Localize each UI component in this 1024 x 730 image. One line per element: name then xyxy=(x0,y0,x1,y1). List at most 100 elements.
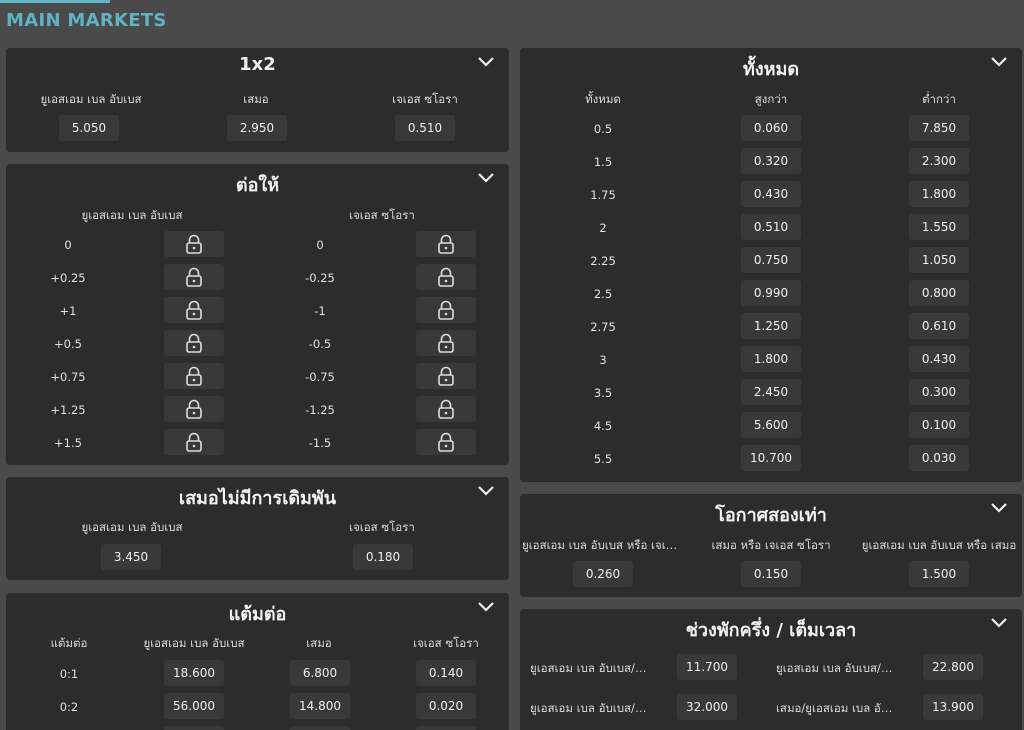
handicap-line: -0.75 xyxy=(305,370,335,384)
chevron-down-icon[interactable] xyxy=(990,617,1008,631)
lock-icon xyxy=(416,429,476,455)
lock-icon xyxy=(416,330,476,356)
outcome-label: ยูเอสเอม เบล อับเบส หรือ เสมอ xyxy=(861,538,1017,552)
handicap-line: +1 xyxy=(59,304,77,318)
odds-button[interactable]: 14.800 xyxy=(290,693,350,719)
over-odds-button[interactable]: 10.700 xyxy=(741,445,801,471)
over-odds-button[interactable]: 5.600 xyxy=(741,412,801,438)
outcome-label: ยูเอสเอม เบล อับเบส หรือ เจเอส ซโอรา xyxy=(522,538,684,552)
total-line: 5.5 xyxy=(593,452,613,466)
odds-button[interactable]: 32.000 xyxy=(677,694,737,720)
over-odds-button[interactable]: 0.750 xyxy=(741,247,801,273)
odds-button-partial[interactable] xyxy=(164,726,224,730)
chevron-down-icon[interactable] xyxy=(477,601,495,615)
handicap-line: +1.25 xyxy=(50,403,86,417)
total-line: 2.5 xyxy=(593,287,613,301)
odds-button[interactable]: 56.000 xyxy=(164,693,224,719)
market-title: โอกาศสองเท่า xyxy=(715,505,827,526)
odds-button[interactable]: 22.800 xyxy=(923,654,983,680)
away-label: เจเอส ซโอรา xyxy=(349,208,415,222)
odds-button[interactable]: 0.150 xyxy=(741,561,801,587)
market-title: เสมอไม่มีการเดิมพัน xyxy=(178,488,337,509)
market-title: 1x2 xyxy=(239,54,276,75)
handicap-line: -0.25 xyxy=(305,271,335,285)
total-line: 2 xyxy=(599,221,607,235)
odds-button-partial[interactable] xyxy=(416,726,476,730)
page-title: MAIN MARKETS xyxy=(6,10,167,31)
odds-button[interactable]: 0.510 xyxy=(395,115,455,141)
market-title: ต่อให้ xyxy=(235,175,280,196)
outcome-label: เจเอส ซโอรา xyxy=(392,92,458,106)
odds-button[interactable]: 1.500 xyxy=(909,561,969,587)
total-line: 1.75 xyxy=(590,188,616,202)
odds-button[interactable]: 5.050 xyxy=(59,115,119,141)
market-halftime-fulltime: ช่วงพักครึ่ง / เต็มเวลา ยูเอสเอม เบล อับ… xyxy=(520,609,1022,730)
market-totals: ทั้งหมด ทั้งหมด สูงกว่า ต่ำกว่า 0.5 0.06… xyxy=(520,48,1022,482)
under-odds-button[interactable]: 0.100 xyxy=(909,412,969,438)
under-odds-button[interactable]: 1.550 xyxy=(909,214,969,240)
score-label: 0:1 xyxy=(59,667,79,681)
over-odds-button[interactable]: 0.430 xyxy=(741,181,801,207)
odds-button[interactable]: 0.260 xyxy=(573,561,633,587)
handicap-line: +1.5 xyxy=(54,436,82,450)
lock-icon xyxy=(416,396,476,422)
odds-button[interactable]: 2.950 xyxy=(227,115,287,141)
outcome-label: เสมอ/ยูเอสเอม เบล อับเบส xyxy=(776,701,896,715)
odds-button[interactable]: 0.020 xyxy=(416,693,476,719)
lock-icon xyxy=(164,297,224,323)
market-handicap: ต่อให้ ยูเอสเอม เบล อับเบส เจเอส ซโอรา 0… xyxy=(6,164,509,465)
chevron-down-icon[interactable] xyxy=(477,172,495,186)
chevron-down-icon[interactable] xyxy=(990,502,1008,516)
outcome-label: เสมอ xyxy=(243,92,269,106)
lock-icon xyxy=(416,363,476,389)
under-odds-button[interactable]: 0.300 xyxy=(909,379,969,405)
over-odds-button[interactable]: 0.060 xyxy=(741,115,801,141)
lock-icon xyxy=(416,231,476,257)
under-odds-button[interactable]: 0.030 xyxy=(909,445,969,471)
chevron-down-icon[interactable] xyxy=(477,56,495,70)
odds-button[interactable]: 11.700 xyxy=(677,654,737,680)
under-odds-button[interactable]: 0.800 xyxy=(909,280,969,306)
outcome-label: ยูเอสเอม เบล อับเบส/เจเอส ซโอรา xyxy=(530,701,650,715)
lock-icon xyxy=(164,396,224,422)
market-title: ช่วงพักครึ่ง / เต็มเวลา xyxy=(685,620,857,641)
odds-button[interactable]: 3.450 xyxy=(101,544,161,570)
total-line: 3.5 xyxy=(593,386,613,400)
under-odds-button[interactable]: 0.610 xyxy=(909,313,969,339)
over-odds-button[interactable]: 0.320 xyxy=(741,148,801,174)
over-odds-button[interactable]: 2.450 xyxy=(741,379,801,405)
under-odds-button[interactable]: 7.850 xyxy=(909,115,969,141)
column-header: สูงกว่า xyxy=(754,92,788,106)
outcome-label: ยูเอสเอม เบล อับเบส/เสมอ xyxy=(776,661,896,675)
lock-icon xyxy=(164,264,224,290)
total-line: 1.5 xyxy=(593,155,613,169)
chevron-down-icon[interactable] xyxy=(990,56,1008,70)
over-odds-button[interactable]: 1.250 xyxy=(741,313,801,339)
chevron-down-icon[interactable] xyxy=(477,485,495,499)
lock-icon xyxy=(164,363,224,389)
total-line: 3 xyxy=(599,353,607,367)
under-odds-button[interactable]: 2.300 xyxy=(909,148,969,174)
home-label: ยูเอสเอม เบล อับเบส xyxy=(81,208,183,222)
active-tab-indicator xyxy=(0,0,110,3)
odds-button[interactable]: 0.180 xyxy=(353,544,413,570)
under-odds-button[interactable]: 0.430 xyxy=(909,346,969,372)
handicap-line: +0.75 xyxy=(50,370,86,384)
over-odds-button[interactable]: 0.510 xyxy=(741,214,801,240)
outcome-label: ยูเอสเอม เบล อับเบส xyxy=(40,92,142,106)
lock-icon xyxy=(416,264,476,290)
over-odds-button[interactable]: 0.990 xyxy=(741,280,801,306)
total-line: 0.5 xyxy=(593,122,613,136)
odds-button[interactable]: 18.600 xyxy=(164,660,224,686)
under-odds-button[interactable]: 1.050 xyxy=(909,247,969,273)
handicap-line: 0 xyxy=(64,238,72,252)
odds-button[interactable]: 13.900 xyxy=(923,694,983,720)
over-odds-button[interactable]: 1.800 xyxy=(741,346,801,372)
under-odds-button[interactable]: 1.800 xyxy=(909,181,969,207)
outcome-label: ยูเอสเอม เบล อับเบส/ยูเอสเอม เบล อับเบส xyxy=(530,661,650,675)
handicap-line: +0.5 xyxy=(54,337,82,351)
odds-button[interactable]: 0.140 xyxy=(416,660,476,686)
handicap-line: 0 xyxy=(316,238,324,252)
odds-button-partial[interactable] xyxy=(290,726,350,730)
odds-button[interactable]: 6.800 xyxy=(290,660,350,686)
